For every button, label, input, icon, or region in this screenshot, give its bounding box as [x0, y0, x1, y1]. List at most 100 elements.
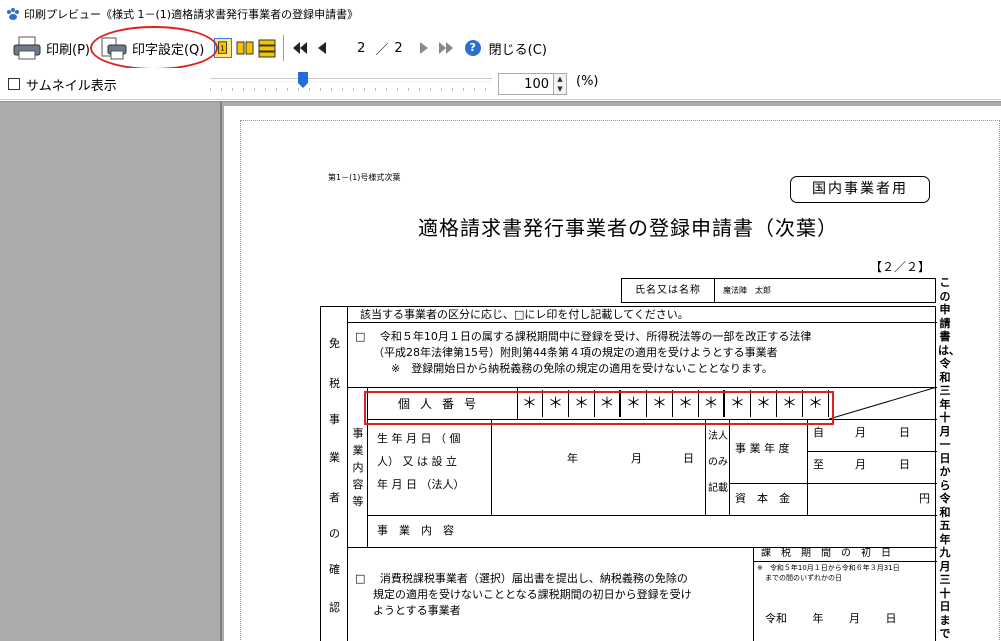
- zoom-slider-thumb[interactable]: [298, 72, 308, 88]
- side-char: 税: [329, 377, 340, 390]
- zoom-spinner[interactable]: ▲ ▼: [553, 73, 567, 95]
- option1-line: ※ 登録開始日から納税義務の免除の規定の適用を受けないこととなります。: [391, 362, 773, 375]
- total-pages: 2: [394, 40, 403, 56]
- jigyo-char: 容: [352, 478, 364, 491]
- jigyo-char: 等: [352, 495, 364, 508]
- yen-label: 円: [919, 492, 930, 505]
- to-day: 日: [899, 458, 910, 471]
- preview-area: 第1－(1)号様式次葉 国内事業者用 適格請求書発行事業者の登録申請書（次葉） …: [0, 101, 1001, 641]
- name-label: 氏名又は名称: [621, 278, 715, 303]
- form-id: 第1－(1)号様式次葉: [328, 173, 401, 182]
- jigyo-char: 事: [352, 427, 364, 440]
- printer-icon: [13, 36, 41, 60]
- from-label: 自: [813, 426, 824, 439]
- birth-line: 年 月 日 （法人）: [377, 478, 465, 491]
- print-label: 印刷(P): [46, 42, 90, 58]
- thumbnail-label: サムネイル表示: [26, 79, 117, 94]
- option2-line: 規定の適用を受けないこととなる課税期間の初日から登録を受け: [373, 588, 692, 601]
- help-icon[interactable]: ?: [464, 40, 481, 56]
- thumbnail-checkbox[interactable]: [8, 78, 20, 90]
- jigyo-char: 業: [352, 444, 364, 457]
- document-page: 第1－(1)号様式次葉 国内事業者用 適格請求書発行事業者の登録申請書（次葉） …: [224, 106, 1001, 641]
- capital-label: 資 本 金: [735, 492, 790, 505]
- zoom-slider-track[interactable]: [210, 78, 492, 82]
- tax-period-note-line: までの間のいずれかの日: [765, 574, 842, 582]
- exemption-table: 免 税 事 業 者 の 確 認 該当する事業者の区分に応じ、□にレ印を付し記載し…: [320, 306, 937, 641]
- side-char: 者: [329, 491, 340, 504]
- next-page-icon[interactable]: [415, 40, 433, 56]
- hojin-line: のみ: [708, 457, 728, 468]
- table-rule: [753, 561, 937, 562]
- toolbar-separator: [283, 35, 285, 61]
- hojin-line: 記載: [708, 483, 728, 494]
- domestic-box: 国内事業者用: [790, 176, 930, 203]
- birth-label: 生 年 月 日 （ 個 人） 又 は 設 立 年 月 日 （法人）: [377, 427, 465, 496]
- multi-page-icon[interactable]: [258, 38, 276, 58]
- vertical-note: この申請書は、令和三年十月一日から令和五年九月三十日まで: [938, 276, 960, 640]
- option1-line: （平成28年法律第15号）附則第44条第４項の規定の適用を受けようとする事業者: [373, 346, 778, 359]
- fiscal-year-label: 事 業 年 度: [735, 442, 790, 455]
- paw-icon: [7, 8, 19, 20]
- to-label: 至: [813, 458, 824, 471]
- birth-line: 人） 又 は 設 立: [377, 455, 457, 468]
- date-day: 日: [683, 452, 694, 465]
- title-bar: 印刷プレビュー《様式 1－(1)適格請求書発行事業者の登録申請書》: [0, 0, 1001, 28]
- from-day: 日: [899, 426, 910, 439]
- date-month: 月: [631, 452, 642, 465]
- thumbnail-panel: [0, 102, 222, 641]
- birth-line: 生 年 月 日 （ 個: [377, 432, 461, 445]
- hojin-label: 法人 のみ 記載: [708, 424, 728, 502]
- table-rule: [807, 451, 937, 452]
- zoom-slider-ticks: [210, 88, 492, 91]
- table-rule: [729, 483, 937, 484]
- name-value: 魔法陣 太郎: [715, 278, 936, 303]
- option2-block: □ 消費税課税事業者（選択）届出書を提出し、納税義務の免除の 規定の適用を受けな…: [355, 571, 692, 619]
- diagonal-line: [829, 387, 937, 419]
- side-char: 事: [329, 413, 340, 426]
- close-button[interactable]: 閉じる(C): [489, 39, 547, 58]
- view-options-bar: サムネイル表示 100 ▲ ▼ (%): [0, 68, 1001, 100]
- to-month: 月: [855, 458, 866, 471]
- jigyo-char: 内: [352, 461, 364, 474]
- mynumber-highlight-box: [364, 391, 834, 425]
- prev-page-icon[interactable]: [313, 40, 331, 56]
- table-rule: [367, 515, 937, 516]
- side-char: 業: [329, 451, 340, 464]
- current-page-field[interactable]: 2: [333, 41, 369, 56]
- instruction-row: 該当する事業者の区分に応じ、□にレ印を付し記載してください。: [348, 307, 937, 323]
- document-page-number: 【２／２】: [870, 260, 931, 274]
- table-rule: [729, 419, 730, 515]
- two-page-icon[interactable]: [236, 38, 254, 58]
- hojin-line: 法人: [708, 431, 728, 442]
- option1-block: □ 令和５年10月１日の属する課税期間中に登録を受け、所得税法等の一部を改正する…: [355, 329, 925, 377]
- option1-line: □ 令和５年10月１日の属する課税期間中に登録を受け、所得税法等の一部を改正する…: [355, 330, 812, 343]
- side-char: の: [329, 527, 340, 540]
- side-char: 免: [329, 337, 340, 350]
- first-page-icon[interactable]: [291, 40, 309, 56]
- print-button[interactable]: 印刷(P): [8, 31, 94, 65]
- side-label-column: 免 税 事 業 者 の 確 認: [321, 307, 348, 641]
- spin-up-icon[interactable]: ▲: [554, 74, 566, 84]
- date-year: 年: [567, 452, 578, 465]
- zoom-input[interactable]: 100: [498, 73, 554, 95]
- tax-period-label: 課 税 期 間 の 初 日: [761, 548, 891, 559]
- side-char: 認: [329, 601, 340, 614]
- spin-down-icon[interactable]: ▼: [554, 84, 566, 94]
- last-page-icon[interactable]: [437, 40, 455, 56]
- table-rule: [491, 419, 492, 515]
- side-char: 確: [329, 563, 340, 576]
- from-month: 月: [855, 426, 866, 439]
- reiwa-date: 令和 年 月 日: [765, 612, 897, 625]
- option2-line: □ 消費税課税事業者（選択）届出書を提出し、納税義務の免除の: [355, 572, 688, 585]
- jigyo-label: 事 業 内 容 等: [351, 425, 365, 510]
- page-separator: ／: [375, 42, 389, 58]
- highlight-circle: [90, 26, 218, 70]
- document-title: 適格請求書発行事業者の登録申請書（次葉）: [418, 216, 838, 240]
- table-rule: [705, 419, 706, 515]
- window-title: 印刷プレビュー《様式 1－(1)適格請求書発行事業者の登録申請書》: [24, 8, 359, 21]
- tax-period-note-line: ※ 令和５年10月１日から令和６年３月31日: [757, 564, 900, 572]
- table-rule: [807, 419, 808, 515]
- business-content-label: 事 業 内 容: [377, 524, 454, 537]
- tax-period-note: ※ 令和５年10月１日から令和６年３月31日 までの間のいずれかの日: [757, 563, 900, 583]
- zoom-unit: (%): [576, 74, 599, 89]
